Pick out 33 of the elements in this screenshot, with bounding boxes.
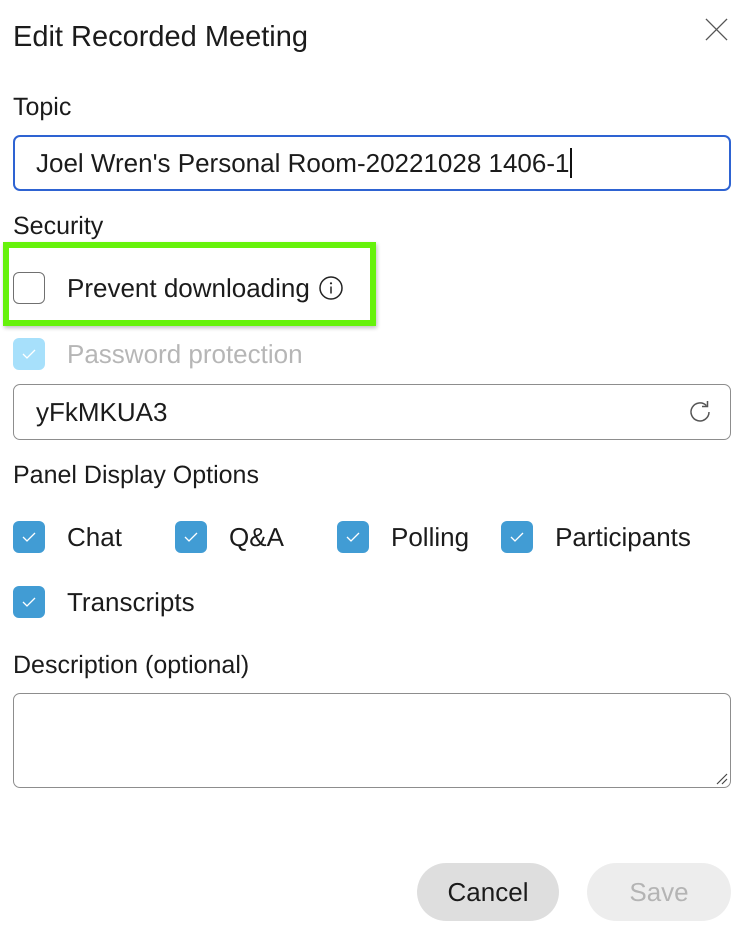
checkbox[interactable]: [13, 586, 45, 618]
checkbox-label: Participants: [555, 522, 691, 552]
close-icon: [705, 18, 728, 41]
checkbox-label: Q&A: [229, 522, 284, 552]
section-label: Panel Display Options: [13, 461, 259, 489]
checkmark-icon: [184, 532, 198, 542]
checkbox[interactable]: [13, 521, 45, 553]
checkbox-label: Transcripts: [67, 587, 195, 617]
checkmark-icon: [22, 532, 36, 542]
checkbox-label: Prevent downloading: [67, 273, 310, 303]
password-field[interactable]: yFkMKUA3: [13, 384, 731, 440]
text-cursor: [570, 148, 572, 178]
field-label: Topic: [13, 93, 72, 121]
checkmark-icon: [22, 349, 36, 359]
checkbox-label: Chat: [67, 522, 122, 552]
close-button[interactable]: [705, 18, 728, 41]
dialog-title: Edit Recorded Meeting: [13, 21, 308, 53]
checkmark-icon: [22, 597, 36, 607]
resize-handle-icon[interactable]: [716, 773, 728, 785]
checkmark-icon: [346, 532, 360, 542]
checkbox[interactable]: [175, 521, 207, 553]
topic-field[interactable]: Joel Wren's Personal Room-20221028 1406-1: [13, 135, 731, 191]
checkbox[interactable]: [337, 521, 369, 553]
checkmark-icon: [510, 532, 524, 542]
checkbox[interactable]: [501, 521, 534, 553]
description-field[interactable]: [13, 693, 731, 788]
field-label: Description (optional): [13, 651, 250, 679]
section-label: Security: [13, 212, 104, 240]
checkbox-label: Password protection: [67, 339, 303, 369]
info-icon[interactable]: [318, 276, 343, 300]
cancel-button[interactable]: Cancel: [417, 863, 559, 921]
checkbox-label: Polling: [391, 522, 470, 552]
checkbox[interactable]: [13, 272, 45, 304]
